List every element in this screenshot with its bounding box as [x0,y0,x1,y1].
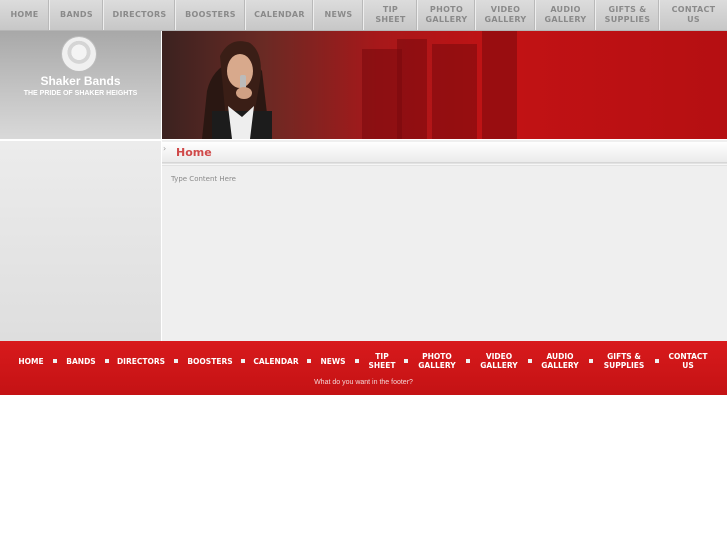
footer-nav-photo-gallery[interactable]: PHOTO GALLERY [413,350,461,372]
footer-nav-contact-us[interactable]: CONTACT US [663,350,713,372]
square-bullet-icon [589,359,593,363]
nav-news[interactable]: NEWS [314,0,364,30]
top-nav: HOME BANDS DIRECTORS BOOSTERS CALENDAR N… [0,0,727,31]
nav-boosters[interactable]: BOOSTERS [176,0,246,30]
footer-nav-directors[interactable]: DIRECTORS [113,350,169,372]
breadcrumb: › Home [162,142,727,163]
nav-audio-gallery[interactable]: AUDIO GALLERY [536,0,596,30]
footer-nav-audio-gallery[interactable]: AUDIO GALLERY [536,350,584,372]
divider [162,163,727,166]
site-tagline: THE PRIDE OF SHAKER HEIGHTS [23,90,138,97]
square-bullet-icon [241,359,245,363]
footer-nav-video-gallery[interactable]: VIDEO GALLERY [474,350,524,372]
main-content: › Home Type Content Here [162,140,727,341]
banner-person-image [202,41,272,139]
banner-building [482,31,517,139]
square-bullet-icon [53,359,57,363]
footer-nav-calendar[interactable]: CALENDAR [250,350,302,372]
square-bullet-icon [404,359,408,363]
footer-nav-home[interactable]: HOME [14,350,48,372]
square-bullet-icon [655,359,659,363]
banner-building [362,49,402,139]
content-text: Type Content Here [171,175,236,183]
site-title[interactable]: Shaker Bands [0,74,161,88]
nav-home[interactable]: HOME [0,0,50,30]
footer-nav-bands[interactable]: BANDS [62,350,100,372]
square-bullet-icon [466,359,470,363]
nav-photo-gallery[interactable]: PHOTO GALLERY [418,0,476,30]
breadcrumb-home[interactable]: Home [176,146,212,159]
footer: HOME BANDS DIRECTORS BOOSTERS CALENDAR N… [0,341,727,395]
square-bullet-icon [174,359,178,363]
nav-calendar[interactable]: CALENDAR [246,0,314,30]
footer-nav-news[interactable]: NEWS [315,350,351,372]
brand-block: Shaker Bands THE PRIDE OF SHAKER HEIGHTS [0,31,161,139]
square-bullet-icon [528,359,532,363]
nav-directors[interactable]: DIRECTORS [104,0,176,30]
nav-tip-sheet[interactable]: TIP SHEET [364,0,418,30]
square-bullet-icon [355,359,359,363]
band-logo-icon[interactable] [62,37,96,71]
chevron-right-icon: › [163,144,167,153]
nav-contact-us[interactable]: CONTACT US [660,0,727,30]
footer-nav-boosters[interactable]: BOOSTERS [183,350,237,372]
footer-nav-tip-sheet[interactable]: TIP SHEET [364,350,400,372]
footer-nav-gifts-supplies[interactable]: GIFTS & SUPPLIES [597,350,651,372]
header-banner [162,31,727,139]
banner-building [397,39,427,139]
footer-nav: HOME BANDS DIRECTORS BOOSTERS CALENDAR N… [0,350,727,372]
square-bullet-icon [307,359,311,363]
footer-note: What do you want in the footer? [314,379,413,386]
banner-building [432,44,477,139]
left-sidebar [0,140,161,342]
nav-bands[interactable]: BANDS [50,0,104,30]
square-bullet-icon [105,359,109,363]
nav-gifts-supplies[interactable]: GIFTS & SUPPLIES [596,0,660,30]
nav-video-gallery[interactable]: VIDEO GALLERY [476,0,536,30]
